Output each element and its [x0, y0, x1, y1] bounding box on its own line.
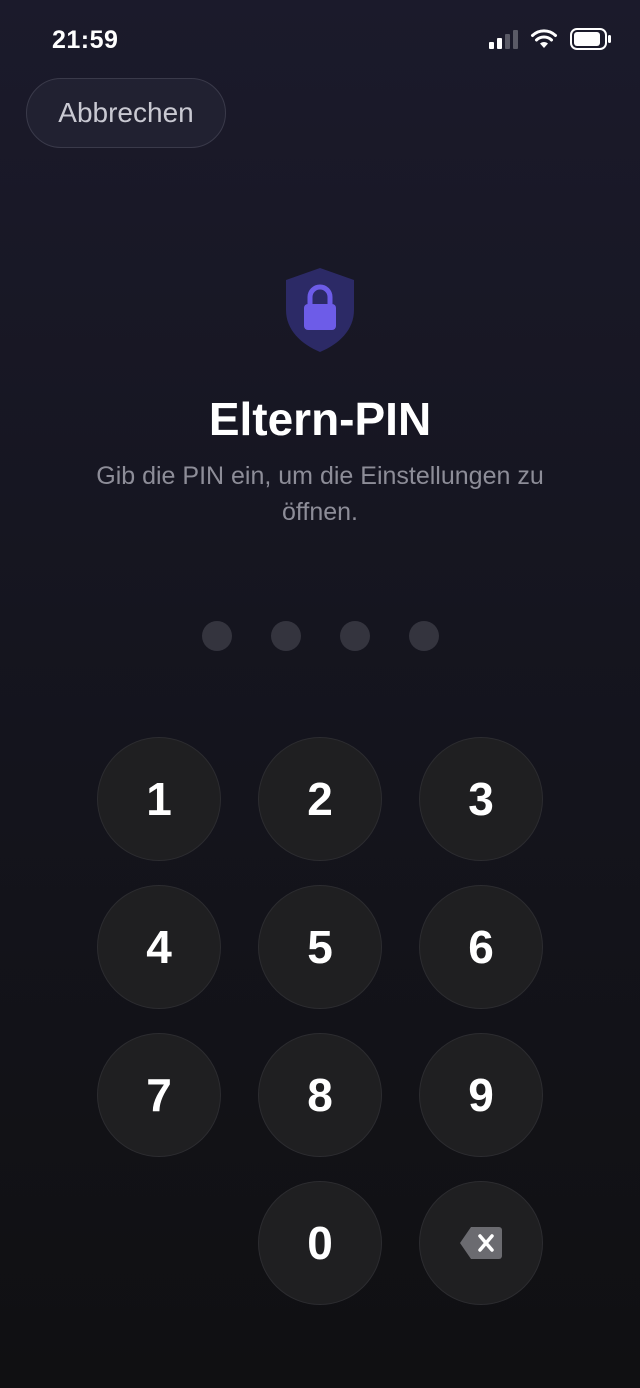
cellular-signal-icon — [489, 29, 518, 49]
pin-dot — [201, 621, 232, 651]
pin-indicator — [0, 621, 640, 651]
pin-dot — [270, 621, 301, 651]
wifi-icon — [531, 29, 557, 48]
cancel-button[interactable]: Abbrechen — [26, 78, 226, 148]
key-1[interactable]: 1 — [97, 737, 221, 861]
key-4[interactable]: 4 — [97, 885, 221, 1009]
status-icons — [489, 28, 612, 50]
key-7[interactable]: 7 — [97, 1033, 221, 1157]
key-3[interactable]: 3 — [419, 737, 543, 861]
shield-lock-icon — [286, 268, 354, 352]
delete-button[interactable] — [419, 1181, 543, 1305]
key-8[interactable]: 8 — [258, 1033, 382, 1157]
battery-icon — [570, 28, 611, 50]
key-9[interactable]: 9 — [419, 1033, 543, 1157]
key-0[interactable]: 0 — [258, 1181, 382, 1305]
key-6[interactable]: 6 — [419, 885, 543, 1009]
pin-dot — [408, 621, 439, 651]
status-time: 21:59 — [52, 26, 119, 54]
status-bar: 21:59 — [0, 0, 640, 80]
key-2[interactable]: 2 — [258, 737, 382, 861]
backspace-icon — [460, 1227, 502, 1259]
page-title: Eltern-PIN — [208, 393, 432, 445]
pin-dot — [339, 621, 370, 651]
page-subtitle: Gib die PIN ein, um die Einstellungen zu… — [96, 462, 544, 526]
key-5[interactable]: 5 — [258, 885, 382, 1009]
